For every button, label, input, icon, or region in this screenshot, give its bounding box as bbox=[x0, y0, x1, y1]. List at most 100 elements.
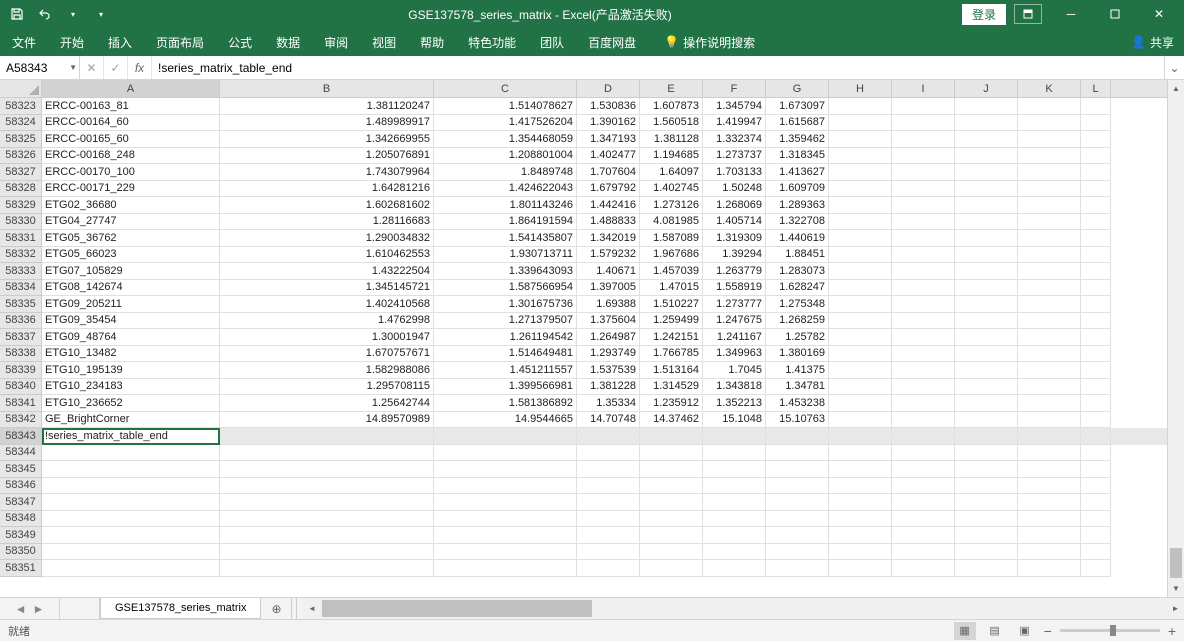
cell[interactable]: 1.510227 bbox=[640, 296, 703, 313]
cell[interactable]: ETG09_205211 bbox=[42, 296, 220, 313]
cell[interactable]: 1.489989917 bbox=[220, 115, 434, 132]
cell[interactable]: 1.283073 bbox=[766, 263, 829, 280]
cell[interactable] bbox=[434, 478, 577, 495]
cell[interactable] bbox=[892, 478, 955, 495]
cell[interactable] bbox=[1081, 527, 1111, 544]
minimize-button[interactable]: ─ bbox=[1050, 0, 1092, 28]
save-icon[interactable] bbox=[6, 3, 28, 25]
cell[interactable]: 1.628247 bbox=[766, 280, 829, 297]
row-header[interactable]: 58333 bbox=[0, 263, 41, 280]
cell[interactable] bbox=[1018, 181, 1081, 198]
cell[interactable]: ETG02_36680 bbox=[42, 197, 220, 214]
cell[interactable] bbox=[955, 428, 1018, 445]
cell[interactable] bbox=[1081, 511, 1111, 528]
row-header[interactable]: 58346 bbox=[0, 478, 41, 495]
cell[interactable] bbox=[1081, 115, 1111, 132]
cell[interactable] bbox=[892, 560, 955, 577]
cell[interactable] bbox=[829, 560, 892, 577]
cell[interactable]: ERCC-00164_60 bbox=[42, 115, 220, 132]
cell[interactable] bbox=[1081, 346, 1111, 363]
cell[interactable]: 1.587089 bbox=[640, 230, 703, 247]
cell[interactable]: 1.30001947 bbox=[220, 329, 434, 346]
cell[interactable] bbox=[892, 461, 955, 478]
cell[interactable]: ETG04_27747 bbox=[42, 214, 220, 231]
cell[interactable]: ETG10_195139 bbox=[42, 362, 220, 379]
cell[interactable] bbox=[955, 329, 1018, 346]
cell[interactable] bbox=[42, 478, 220, 495]
scroll-up-icon[interactable]: ▲ bbox=[1168, 80, 1184, 97]
hscroll-splitter[interactable] bbox=[291, 598, 297, 619]
cell[interactable] bbox=[955, 445, 1018, 462]
cell[interactable]: 1.703133 bbox=[703, 164, 766, 181]
close-button[interactable]: ✕ bbox=[1138, 0, 1180, 28]
cell[interactable]: 1.332374 bbox=[703, 131, 766, 148]
cell[interactable] bbox=[829, 230, 892, 247]
cell[interactable]: 1.264987 bbox=[577, 329, 640, 346]
cell[interactable]: ETG10_236652 bbox=[42, 395, 220, 412]
cell[interactable]: 1.405714 bbox=[703, 214, 766, 231]
cell[interactable]: 4.081985 bbox=[640, 214, 703, 231]
cell[interactable] bbox=[640, 461, 703, 478]
row-header[interactable]: 58338 bbox=[0, 346, 41, 363]
row-header[interactable]: 58325 bbox=[0, 131, 41, 148]
row-header[interactable]: 58345 bbox=[0, 461, 41, 478]
cell[interactable] bbox=[892, 395, 955, 412]
cell[interactable] bbox=[766, 511, 829, 528]
cell[interactable] bbox=[829, 346, 892, 363]
cell[interactable]: 1.40671 bbox=[577, 263, 640, 280]
cell[interactable]: 1.25782 bbox=[766, 329, 829, 346]
row-header[interactable]: 58344 bbox=[0, 445, 41, 462]
cell[interactable] bbox=[703, 428, 766, 445]
name-box[interactable]: A58343▼ bbox=[0, 56, 80, 79]
cell[interactable] bbox=[1081, 560, 1111, 577]
cell[interactable] bbox=[1018, 197, 1081, 214]
cell[interactable] bbox=[1081, 362, 1111, 379]
cell[interactable]: 1.743079964 bbox=[220, 164, 434, 181]
cell[interactable] bbox=[955, 280, 1018, 297]
cell[interactable] bbox=[1018, 247, 1081, 264]
cell[interactable] bbox=[434, 527, 577, 544]
cell[interactable]: 1.579232 bbox=[577, 247, 640, 264]
column-header-D[interactable]: D bbox=[577, 80, 640, 97]
cell[interactable]: 1.541435807 bbox=[434, 230, 577, 247]
cell[interactable] bbox=[42, 511, 220, 528]
cell[interactable] bbox=[1018, 478, 1081, 495]
tab-home[interactable]: 开始 bbox=[48, 28, 96, 56]
cell[interactable] bbox=[220, 511, 434, 528]
maximize-button[interactable] bbox=[1094, 0, 1136, 28]
cell[interactable]: 1.354468059 bbox=[434, 131, 577, 148]
undo-icon[interactable] bbox=[34, 3, 56, 25]
cell[interactable]: ERCC-00171_229 bbox=[42, 181, 220, 198]
cell[interactable] bbox=[892, 197, 955, 214]
tab-insert[interactable]: 插入 bbox=[96, 28, 144, 56]
cell[interactable]: 1.39294 bbox=[703, 247, 766, 264]
cell[interactable]: 1.397005 bbox=[577, 280, 640, 297]
cell[interactable] bbox=[1018, 280, 1081, 297]
cell[interactable]: 1.442416 bbox=[577, 197, 640, 214]
cell[interactable] bbox=[766, 544, 829, 561]
cell[interactable] bbox=[703, 478, 766, 495]
cell[interactable]: 1.319309 bbox=[703, 230, 766, 247]
cell[interactable]: 1.88451 bbox=[766, 247, 829, 264]
cell[interactable]: 1.301675736 bbox=[434, 296, 577, 313]
cell[interactable] bbox=[1018, 544, 1081, 561]
cell[interactable] bbox=[766, 560, 829, 577]
cell[interactable]: 1.381128 bbox=[640, 131, 703, 148]
row-header[interactable]: 58331 bbox=[0, 230, 41, 247]
cell[interactable]: 1.28116683 bbox=[220, 214, 434, 231]
cell[interactable]: ERCC-00170_100 bbox=[42, 164, 220, 181]
cell[interactable] bbox=[1081, 164, 1111, 181]
cell[interactable] bbox=[1018, 511, 1081, 528]
cell[interactable]: 1.8489748 bbox=[434, 164, 577, 181]
cell[interactable] bbox=[434, 511, 577, 528]
ribbon-display-options-icon[interactable] bbox=[1014, 4, 1042, 24]
cell[interactable] bbox=[955, 560, 1018, 577]
cell[interactable] bbox=[1018, 527, 1081, 544]
scroll-right-icon[interactable]: ► bbox=[1167, 598, 1184, 619]
cell[interactable]: 1.453238 bbox=[766, 395, 829, 412]
cell[interactable] bbox=[1018, 230, 1081, 247]
cell[interactable] bbox=[434, 560, 577, 577]
cell[interactable] bbox=[220, 428, 434, 445]
cell[interactable] bbox=[434, 428, 577, 445]
cell[interactable]: 1.537539 bbox=[577, 362, 640, 379]
